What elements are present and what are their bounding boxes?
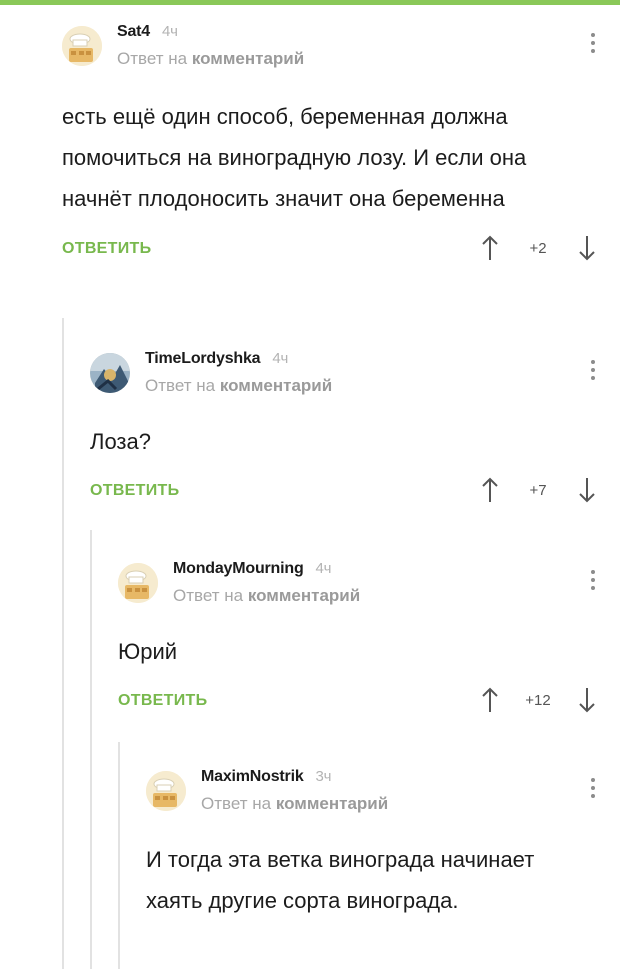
more-options-icon[interactable] xyxy=(586,354,600,386)
avatar[interactable] xyxy=(90,353,130,393)
comment: TimeLordyshka 4ч Ответ на комментарий Лоз… xyxy=(90,349,620,514)
top-accent-bar xyxy=(0,0,620,5)
comment-text: Юрий xyxy=(118,639,178,664)
comment-score: +12 xyxy=(525,692,551,709)
avatar[interactable] xyxy=(62,26,102,66)
comment-header: TimeLordyshka 4ч Ответ на комментарий xyxy=(90,349,620,409)
avatar[interactable] xyxy=(118,563,158,603)
comment: Sat4 4ч Ответ на комментарий есть ещё оди… xyxy=(62,22,620,272)
photo-avatar-icon xyxy=(90,353,130,393)
thread-line xyxy=(118,742,120,969)
reply-to-link[interactable]: комментарий xyxy=(192,49,304,68)
reply-to-label: Ответ на комментарий xyxy=(173,586,361,605)
downvote-icon[interactable] xyxy=(577,686,597,714)
comment-text: есть ещё один способ, беременная должна … xyxy=(62,104,527,211)
more-options-icon[interactable] xyxy=(586,27,600,59)
chef-avatar-icon xyxy=(146,771,186,811)
reply-button[interactable]: ОТВЕТИТЬ xyxy=(62,240,151,258)
reply-to-link[interactable]: комментарий xyxy=(276,794,388,813)
thread-line xyxy=(62,318,64,969)
comment-header: MondayMourning 4ч Ответ на комментарий xyxy=(118,559,620,619)
upvote-icon[interactable] xyxy=(480,234,500,262)
comment-time: 4ч xyxy=(315,560,332,577)
reply-to-label: Ответ на комментарий xyxy=(201,794,389,813)
comment-score: +7 xyxy=(529,482,547,499)
chef-avatar-icon xyxy=(118,563,158,603)
downvote-icon[interactable] xyxy=(577,476,597,504)
reply-button[interactable]: ОТВЕТИТЬ xyxy=(90,482,179,500)
comment-text: И тогда эта ветка винограда начинает хая… xyxy=(146,847,535,913)
author-name[interactable]: MaximNostrik 3ч xyxy=(201,768,331,786)
reply-to-link[interactable]: комментарий xyxy=(220,376,332,395)
comment-score: +2 xyxy=(529,240,547,257)
upvote-icon[interactable] xyxy=(480,476,500,504)
comment-header: Sat4 4ч Ответ на комментарий xyxy=(62,22,620,82)
downvote-icon[interactable] xyxy=(577,234,597,262)
upvote-icon[interactable] xyxy=(480,686,500,714)
comment: MondayMourning 4ч Ответ на комментарий Юр… xyxy=(118,559,620,724)
comment-header: MaximNostrik 3ч Ответ на комментарий xyxy=(146,767,620,827)
reply-to-label: Ответ на комментарий xyxy=(145,376,333,395)
comment-actions: ОТВЕТИТЬ +12 xyxy=(118,684,620,724)
comment-text: Лоза? xyxy=(90,429,151,454)
avatar[interactable] xyxy=(146,771,186,811)
reply-to-link[interactable]: комментарий xyxy=(248,586,360,605)
more-options-icon[interactable] xyxy=(586,564,600,596)
thread-line xyxy=(90,530,92,969)
comment-time: 3ч xyxy=(315,768,332,785)
author-name[interactable]: TimeLordyshka 4ч xyxy=(145,350,288,368)
reply-to-label: Ответ на комментарий xyxy=(117,49,305,68)
comment: MaximNostrik 3ч Ответ на комментарий И то… xyxy=(146,767,620,921)
comment-time: 4ч xyxy=(272,350,289,367)
reply-button[interactable]: ОТВЕТИТЬ xyxy=(118,692,207,710)
more-options-icon[interactable] xyxy=(586,772,600,804)
author-name[interactable]: MondayMourning 4ч xyxy=(173,560,331,578)
author-name[interactable]: Sat4 4ч xyxy=(117,23,178,41)
comment-actions: ОТВЕТИТЬ +7 xyxy=(90,474,620,514)
comment-time: 4ч xyxy=(162,23,178,40)
comment-actions: ОТВЕТИТЬ +2 xyxy=(62,232,620,272)
chef-avatar-icon xyxy=(62,26,102,66)
